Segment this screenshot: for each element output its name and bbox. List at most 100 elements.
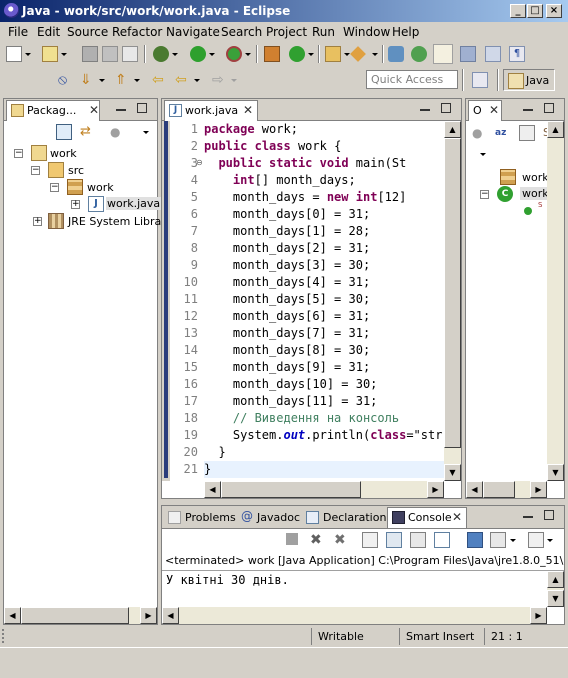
previous-annotation-dropdown-icon[interactable] [134,79,140,82]
view-menu-icon[interactable] [143,131,149,134]
hide-fields-icon[interactable] [519,125,535,141]
view-menu-icon[interactable] [480,153,486,156]
tab-declaration[interactable]: Declaration [302,508,386,528]
maximize-view-icon[interactable] [544,510,554,520]
pin-console-icon[interactable] [467,532,483,548]
tree-item-java-file[interactable]: + J work.java [4,196,162,213]
code-line[interactable]: month_days[5] = 30; [204,291,444,308]
code-line[interactable]: } [204,444,444,461]
save-all-icon[interactable] [102,46,118,62]
block-selection-icon[interactable] [460,46,476,62]
open-perspective-icon[interactable] [472,72,488,88]
code-line[interactable]: month_days[2] = 31; [204,240,444,257]
new-icon[interactable] [6,46,22,62]
next-annotation-dropdown-icon[interactable] [99,79,105,82]
collapse-all-icon[interactable] [56,124,72,140]
scroll-up-icon[interactable]: ▲ [547,571,564,588]
menu-window[interactable]: Window [343,25,390,39]
tab-problems[interactable]: Problems [164,508,236,528]
console-hscrollbar[interactable]: ◀ ▶ [162,607,547,624]
paragraph-icon[interactable]: ¶ [509,46,525,62]
scroll-up-icon[interactable]: ▲ [444,121,461,138]
forward-icon[interactable]: ⇨ [212,72,228,88]
close-icon[interactable]: ✕ [452,510,462,524]
open-console-dropdown-icon[interactable] [547,539,553,542]
code-line[interactable]: public class work { [204,138,444,155]
word-wrap-icon[interactable] [410,532,426,548]
editor-hscrollbar[interactable]: ◀ ▶ [204,481,444,498]
last-edit-location-icon[interactable]: ⇦ [152,72,168,88]
scroll-thumb[interactable] [444,138,461,448]
close-icon[interactable]: ✕ [489,103,499,117]
scroll-thumb[interactable] [21,607,129,624]
maximize-view-icon[interactable] [137,103,147,113]
link-with-editor-icon[interactable]: ⇄ [80,124,96,140]
new-dropdown-icon[interactable] [25,53,31,56]
menu-run[interactable]: Run [312,25,335,39]
scroll-right-icon[interactable]: ▶ [530,607,547,624]
close-icon[interactable]: ✕ [243,103,253,117]
package-explorer-hscrollbar[interactable]: ◀ ▶ [4,607,157,624]
collapse-icon[interactable]: − [14,149,23,158]
code-line[interactable]: month_days[1] = 28; [204,223,444,240]
code-line[interactable]: month_days[11] = 31; [204,393,444,410]
code-line[interactable]: int[] month_days; [204,172,444,189]
console-output[interactable]: У квітні 30 днів. [162,571,547,607]
scroll-down-icon[interactable]: ▼ [547,464,564,481]
editor-vscrollbar[interactable]: ▲ ▼ [444,121,461,481]
scroll-down-icon[interactable]: ▼ [444,464,461,481]
tab-package-explorer[interactable]: Packag... ✕ [6,100,100,121]
tab-outline[interactable]: O ✕ [468,100,502,121]
code-line[interactable]: } [204,461,444,478]
code-area[interactable]: package work; public class work { public … [204,121,444,481]
new-package-dropdown-icon[interactable] [61,53,67,56]
menu-refactor[interactable]: Refactor [112,25,162,39]
skip-breakpoints-icon[interactable]: ⦸ [58,72,74,88]
scroll-thumb[interactable] [221,481,361,498]
previous-annotation-icon[interactable]: ⇑ [115,72,131,88]
search-dropdown-icon[interactable] [372,53,378,56]
coverage-icon[interactable] [226,46,242,62]
open-console-icon[interactable] [528,532,544,548]
run-dropdown-icon[interactable] [209,53,215,56]
console-vscrollbar[interactable]: ▲ ▼ [547,571,564,607]
remove-launch-icon[interactable]: ✖ [310,532,326,548]
scroll-left-icon[interactable]: ◀ [466,481,483,498]
maximize-view-icon[interactable] [544,103,554,113]
tab-work-java[interactable]: J work.java ✕ [164,100,258,121]
code-line[interactable]: month_days[10] = 30; [204,376,444,393]
back-icon[interactable]: ⇦ [175,72,191,88]
scroll-right-icon[interactable]: ▶ [140,607,157,624]
code-line[interactable]: month_days[0] = 31; [204,206,444,223]
new-java-project-icon[interactable] [264,46,280,62]
code-line[interactable]: month_days[8] = 30; [204,342,444,359]
code-line[interactable]: System.out.println(class="str">"У кв [204,427,444,444]
scroll-left-icon[interactable]: ◀ [4,607,21,624]
show-whitespace-icon[interactable] [485,46,501,62]
focus-task-icon[interactable]: ● [472,125,488,141]
new-package-icon[interactable] [42,46,58,62]
menu-navigate[interactable]: Navigate [166,25,220,39]
collapse-icon[interactable]: − [50,183,59,192]
minimize-view-icon[interactable] [523,109,533,112]
run-icon[interactable] [190,46,206,62]
sort-icon[interactable]: az [495,125,511,141]
code-line[interactable]: // Виведення на консоль [204,410,444,427]
code-line[interactable]: month_days[6] = 31; [204,308,444,325]
clear-console-icon[interactable] [362,532,378,548]
tab-javadoc[interactable]: @ Javadoc [236,508,300,528]
scroll-left-icon[interactable]: ◀ [204,481,221,498]
menu-source[interactable]: Source [67,25,108,39]
remove-all-launches-icon[interactable]: ✖ [334,532,350,548]
menu-help[interactable]: Help [392,25,419,39]
minimize-view-icon[interactable] [523,516,533,519]
quick-access-input[interactable]: Quick Access [366,70,458,89]
next-annotation-icon[interactable]: ⇓ [80,72,96,88]
close-window-button[interactable]: × [546,4,562,18]
code-line[interactable]: month_days = new int[12] [204,189,444,206]
terminate-icon[interactable] [286,533,298,545]
new-class-icon[interactable] [289,46,305,62]
debug-icon[interactable] [153,46,169,62]
toggle-breadcrumb-icon[interactable] [411,46,427,62]
coverage-dropdown-icon[interactable] [245,53,251,56]
